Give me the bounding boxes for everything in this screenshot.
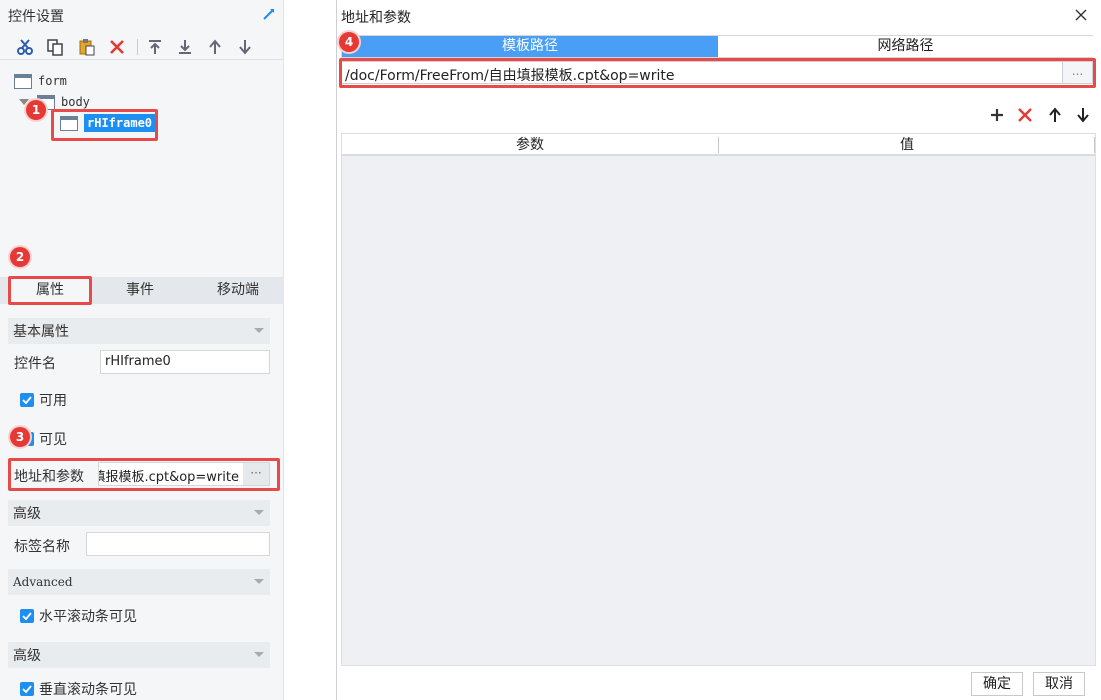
checkbox-checked-icon[interactable] [20, 609, 34, 623]
cut-icon[interactable] [14, 36, 36, 58]
panel-title: 控件设置 [8, 9, 64, 25]
visible-label: 可见 [39, 432, 67, 448]
template-path-input[interactable]: /doc/Form/FreeFrom/自由填报模板.cpt&op=write .… [341, 61, 1093, 84]
widget-name-input[interactable]: rHIframe0 [100, 350, 270, 374]
delete-icon[interactable] [106, 36, 128, 58]
ok-button[interactable]: 确定 [971, 672, 1023, 696]
toolbar-divider [137, 39, 138, 55]
move-up-icon[interactable] [204, 36, 226, 58]
column-divider [1094, 137, 1095, 153]
tree-node-iframe[interactable]: rHIframe0 [60, 113, 156, 133]
chevron-down-icon [254, 328, 264, 333]
tree-node-label: form [38, 74, 67, 88]
url-more-button[interactable]: ··· [243, 463, 269, 485]
enabled-checkbox-row[interactable]: 可用 [20, 390, 67, 410]
section-title: Advanced [13, 575, 73, 589]
column-header-param: 参数 [516, 137, 544, 153]
path-type-tabs: 模板路径 网络路径 [341, 35, 1093, 58]
enabled-label: 可用 [39, 393, 67, 409]
annotation-badge-1: 1 [26, 100, 46, 120]
tag-name-label: 标签名称 [14, 539, 70, 555]
panel-header: 控件设置 [0, 0, 284, 30]
annotation-badge-3: 3 [10, 427, 30, 447]
tab-events[interactable]: 事件 [98, 277, 182, 304]
tab-properties[interactable]: 属性 [8, 277, 92, 304]
arrow-up-icon[interactable] [1045, 105, 1065, 125]
checkbox-checked-icon[interactable] [20, 393, 34, 407]
widget-settings-panel: 控件设置 form body rHIframe0 1 2 属性 事件 移动端 基… [0, 0, 284, 700]
form-icon [14, 73, 32, 89]
annotation-badge-4: 4 [339, 32, 359, 52]
params-table[interactable]: 参数 值 [341, 133, 1096, 666]
hscroll-label: 水平滚动条可见 [39, 609, 137, 625]
add-icon[interactable] [987, 105, 1007, 125]
cancel-button[interactable]: 取消 [1033, 672, 1085, 696]
tab-network-path[interactable]: 网络路径 [718, 36, 1093, 57]
section-title: 高级 [13, 648, 41, 664]
widget-toolbar [0, 34, 284, 60]
section-advanced[interactable]: 高级 [8, 500, 270, 526]
chevron-down-icon [254, 652, 264, 657]
annotation-badge-2: 2 [10, 247, 30, 267]
browse-button[interactable]: ... [1062, 62, 1092, 83]
tag-name-input[interactable] [86, 532, 270, 556]
column-header-value: 值 [900, 137, 914, 153]
properties-tab-bar: 属性 事件 移动端 [0, 277, 284, 304]
move-down-icon[interactable] [234, 36, 256, 58]
section-basic-properties[interactable]: 基本属性 [8, 318, 270, 344]
tree-node-label-selected: rHIframe0 [84, 114, 156, 132]
close-icon[interactable] [1073, 7, 1089, 23]
tab-mobile[interactable]: 移动端 [192, 277, 284, 304]
iframe-icon [60, 115, 78, 131]
arrow-down-icon[interactable] [1073, 105, 1093, 125]
url-params-value: 填报模板.cpt&op=write [98, 470, 239, 485]
copy-icon[interactable] [44, 36, 66, 58]
tab-template-path[interactable]: 模板路径 [342, 36, 718, 57]
section-advanced-en[interactable]: Advanced [8, 569, 270, 595]
move-bottom-icon[interactable] [174, 36, 196, 58]
tree-node-form[interactable]: form [14, 71, 67, 91]
section-advanced-2[interactable]: 高级 [8, 642, 270, 668]
vscroll-label: 垂直滚动条可见 [39, 682, 137, 698]
move-top-icon[interactable] [144, 36, 166, 58]
checkbox-checked-icon[interactable] [20, 682, 34, 696]
url-params-field[interactable]: 填报模板.cpt&op=write ··· [98, 462, 270, 486]
chevron-down-icon [254, 510, 264, 515]
dialog-title: 地址和参数 [341, 10, 411, 26]
template-path-value: /doc/Form/FreeFrom/自由填报模板.cpt&op=write [345, 68, 675, 84]
url-params-dialog: 地址和参数 模板路径 网络路径 4 /doc/Form/FreeFrom/自由填… [336, 0, 1101, 700]
hscroll-checkbox-row[interactable]: 水平滚动条可见 [20, 606, 137, 626]
chevron-down-icon [254, 579, 264, 584]
section-title: 基本属性 [13, 324, 69, 340]
vscroll-checkbox-row[interactable]: 垂直滚动条可见 [20, 679, 137, 699]
paste-icon[interactable] [76, 36, 98, 58]
params-table-header: 参数 值 [342, 134, 1095, 156]
url-params-label: 地址和参数 [14, 469, 84, 485]
widget-name-label: 控件名 [14, 356, 56, 372]
pin-icon[interactable] [260, 5, 278, 23]
delete-icon[interactable] [1015, 105, 1035, 125]
section-title: 高级 [13, 506, 41, 522]
tree-node-label: body [61, 95, 90, 109]
